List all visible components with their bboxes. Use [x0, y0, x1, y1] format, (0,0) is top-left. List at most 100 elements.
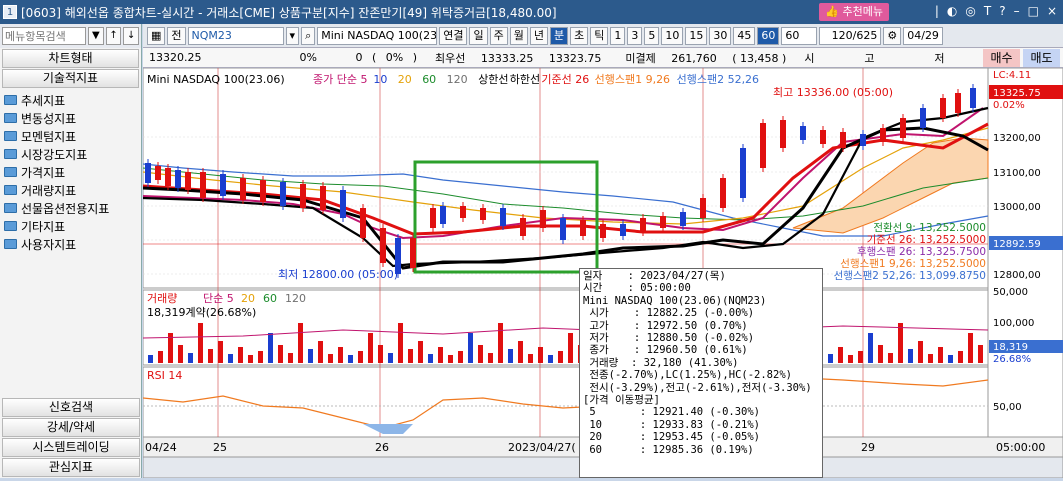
legend-item: 기준선 26: [541, 73, 589, 86]
volume-bar: [358, 351, 363, 363]
interval-select[interactable]: 60: [781, 26, 818, 45]
period-day[interactable]: 일: [469, 26, 488, 45]
mode-button[interactable]: 전: [167, 26, 186, 45]
chart-type-tab[interactable]: 차트형태: [2, 49, 139, 68]
signal-search-tab[interactable]: 신호검색: [2, 398, 140, 417]
minute-5[interactable]: 5: [644, 26, 660, 45]
candle-body: [480, 208, 486, 220]
grid-icon[interactable]: ▦: [147, 26, 166, 45]
minute-60[interactable]: 60: [757, 26, 780, 45]
code-input[interactable]: NQM23: [187, 26, 284, 45]
minute-10[interactable]: 10: [661, 26, 684, 45]
candle-body: [560, 218, 566, 240]
candle-body: [430, 208, 436, 228]
watch-indicator-tab[interactable]: 관심지표: [2, 458, 140, 477]
minute-30[interactable]: 30: [709, 26, 732, 45]
menu-search-input[interactable]: [2, 27, 86, 45]
time-label: 2023/04/27(: [508, 441, 576, 454]
volume-bar: [948, 355, 953, 363]
volume-bar: [938, 347, 943, 363]
price-tag: 13325.75: [993, 88, 1041, 99]
volume-bar: [848, 355, 853, 363]
candle-body: [260, 180, 266, 202]
settings-icon[interactable]: ⚙: [883, 26, 902, 45]
system-trading-tab[interactable]: 시스템트레이딩: [2, 438, 140, 457]
candle-body: [155, 166, 161, 180]
tree-item[interactable]: 거래량지표: [4, 181, 137, 199]
theme-icon[interactable]: ◐: [947, 4, 957, 18]
volume-bar: [278, 345, 283, 363]
volume-bar: [378, 345, 383, 363]
dropdown-icon[interactable]: ▼: [88, 27, 104, 45]
maximize-icon[interactable]: □: [1028, 4, 1039, 18]
period-month[interactable]: 월: [509, 26, 528, 45]
lc-label: LC:4.11: [993, 70, 1031, 81]
indicator-tree: 추세지표 변동성지표 모멘텀지표 시장강도지표 가격지표 거래량지표 선물옵션전…: [0, 89, 141, 255]
volume-bar: [968, 333, 973, 363]
recommend-menu-button[interactable]: 👍 추천메뉴: [819, 3, 889, 21]
sell-button[interactable]: 매도: [1023, 49, 1060, 67]
minute-45[interactable]: 45: [733, 26, 756, 45]
legend-item: 선행스팬1 9,26: [595, 73, 670, 86]
tree-item[interactable]: 시장강도지표: [4, 145, 137, 163]
candle-body: [540, 210, 546, 228]
candle-body: [410, 238, 416, 268]
up-arrow-icon[interactable]: ↑: [105, 27, 122, 45]
minimize-icon[interactable]: –: [1014, 4, 1020, 18]
font-icon[interactable]: T: [984, 4, 991, 18]
window-number: 1: [3, 5, 17, 19]
tech-indicator-tab[interactable]: 기술적지표: [2, 69, 139, 88]
candle-body: [145, 163, 151, 183]
volume-bar: [188, 353, 193, 363]
candle-body: [165, 168, 171, 186]
legend-item: 10: [373, 73, 387, 86]
tooltip-line: 거래량 : 32,180 (41.30%): [583, 356, 739, 369]
volume-bar: [158, 351, 163, 363]
pin-icon[interactable]: |: [935, 4, 939, 18]
date-field[interactable]: 04/29: [903, 26, 944, 45]
tree-item[interactable]: 사용자지표: [4, 235, 137, 253]
search-icon[interactable]: ⌕: [301, 26, 316, 45]
volume-bar: [298, 323, 303, 363]
minute-1[interactable]: 1: [610, 26, 626, 45]
candle-tooltip: 일자 : 2023/04/27(목) 시간 : 05:00:00 Mini NASD…: [579, 268, 823, 478]
minute-3[interactable]: 3: [627, 26, 643, 45]
tooltip-line: 고가 : 12972.50 (0.70%): [583, 319, 748, 332]
current-price: 13320.25: [149, 51, 202, 64]
period-year[interactable]: 년: [529, 26, 548, 45]
volume-legend-item: 단순 5: [203, 292, 234, 305]
candle-body: [800, 126, 806, 140]
tree-item[interactable]: 선물옵션전용지표: [4, 199, 137, 217]
link-button[interactable]: 연결: [439, 26, 468, 45]
help-icon[interactable]: ?: [999, 4, 1005, 18]
strength-tab[interactable]: 강세/약세: [2, 418, 140, 437]
period-tick[interactable]: 틱: [590, 26, 609, 45]
tree-item[interactable]: 기타지표: [4, 217, 137, 235]
tree-item[interactable]: 가격지표: [4, 163, 137, 181]
folder-icon: [4, 203, 17, 213]
tooltip-line: Mini NASDAQ 100(23.06)(NQM23): [583, 294, 767, 307]
period-week[interactable]: 주: [489, 26, 508, 45]
buy-button[interactable]: 매수: [983, 49, 1020, 67]
volume-bar: [888, 353, 893, 363]
code-search-icon[interactable]: ▾: [285, 26, 300, 45]
minute-15[interactable]: 15: [685, 26, 708, 45]
tree-item[interactable]: 추세지표: [4, 91, 137, 109]
volume-contracts: 18,319계약(26.68%): [147, 305, 256, 319]
time-label: 26: [375, 441, 389, 454]
volume-bar: [388, 353, 393, 363]
count-field[interactable]: 120/625: [819, 26, 882, 45]
tree-item[interactable]: 변동성지표: [4, 109, 137, 127]
period-minute[interactable]: 분: [549, 26, 569, 45]
product-name: Mini NASDAQ 100(23.0: [317, 26, 438, 45]
down-arrow-icon[interactable]: ↓: [123, 27, 140, 45]
close-icon[interactable]: ×: [1047, 4, 1057, 18]
volume-bar: [518, 341, 523, 363]
period-second[interactable]: 초: [570, 26, 589, 45]
volume-bar: [288, 353, 293, 363]
pct-tag: 0.02%: [993, 100, 1025, 111]
volume-tick: 50,000: [993, 287, 1028, 298]
tree-item[interactable]: 모멘텀지표: [4, 127, 137, 145]
folder-icon: [4, 167, 17, 177]
link-icon[interactable]: ◎: [965, 4, 975, 18]
